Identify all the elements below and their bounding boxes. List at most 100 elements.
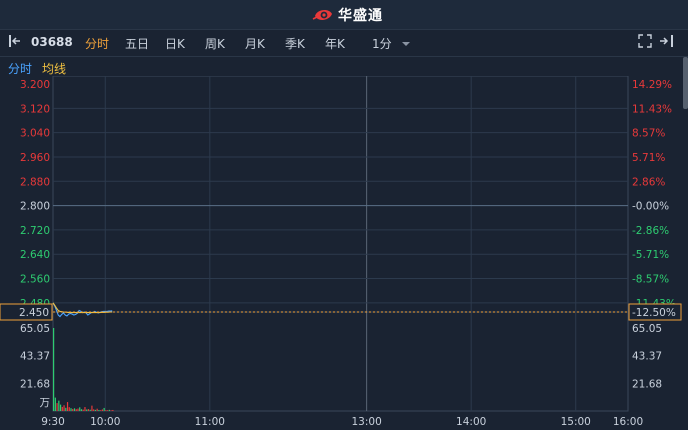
fullscreen-icon[interactable] (638, 34, 652, 51)
price-tick-label: 3.040 (20, 128, 50, 140)
volume-bar (96, 408, 98, 411)
volume-bars (53, 328, 114, 411)
volume-bar (68, 407, 70, 411)
time-tick-label: 15:00 (561, 416, 591, 428)
volume-bar (58, 400, 60, 411)
volume-tick-label-right: 21.68 (632, 378, 662, 390)
percent-tick-label: 5.71% (632, 152, 665, 164)
volume-tick-label: 43.37 (20, 351, 50, 363)
volume-tick-label-right: 43.37 (632, 351, 662, 363)
current-pct-label: -12.50% (632, 307, 676, 319)
percent-tick-label: 11.43% (632, 103, 672, 115)
volume-bar (79, 407, 81, 411)
volume-bar (93, 409, 95, 411)
percent-tick-label: -5.71% (632, 249, 669, 261)
price-axis-labels: 3.200 3.120 3.040 2.960 2.880 2.800 2.720 2.640… (20, 79, 50, 409)
brand-name: 华盛通 (338, 8, 383, 24)
tab-five-day[interactable]: 五日 (125, 35, 149, 52)
time-tick-label: 11:00 (195, 416, 225, 428)
volume-bar (82, 409, 84, 411)
legend-intraday[interactable]: 分时 (8, 60, 32, 77)
volume-bar (110, 410, 112, 411)
volume-bar (89, 409, 91, 411)
price-tick-label: 2.720 (20, 225, 50, 237)
volume-bar (66, 402, 69, 411)
percent-axis-labels: 14.29% 11.43% 8.57% 5.71% 2.86% -0.00% -2.86% -… (632, 79, 676, 390)
volume-bar (75, 409, 77, 411)
expand-right-icon[interactable] (659, 34, 675, 51)
price-lines (52, 302, 113, 318)
time-tick-label: 13:00 (352, 416, 382, 428)
price-tick-label: 3.200 (20, 79, 50, 91)
price-tick-label: 2.880 (20, 176, 50, 188)
volume-bar (63, 405, 65, 411)
volume-bar (59, 404, 62, 411)
percent-tick-label: -2.86% (632, 225, 669, 237)
volume-bar (80, 409, 83, 411)
price-tick-label: 2.960 (20, 152, 50, 164)
collapse-left-icon[interactable] (8, 34, 22, 51)
stock-code: 03688 (31, 35, 73, 49)
percent-tick-label: -0.00% (632, 201, 669, 213)
volume-bar (53, 328, 55, 411)
volume-bar (103, 407, 105, 411)
volume-bar (94, 409, 97, 411)
interval-select[interactable]: 1分 (372, 35, 411, 52)
volume-bar (86, 409, 88, 411)
volume-bar (84, 407, 86, 411)
volume-bar (73, 408, 76, 411)
tab-yearly-k[interactable]: 年K (325, 35, 345, 52)
volume-bar (105, 410, 107, 411)
volume-bar (112, 409, 114, 411)
volume-bar (87, 409, 90, 411)
time-tick-label: 14:00 (456, 416, 486, 428)
time-tick-label: 16:00 (613, 416, 643, 428)
volume-bar (101, 409, 103, 411)
percent-tick-label: 8.57% (632, 128, 665, 140)
current-price-label: 2.450 (19, 307, 49, 319)
interval-value: 1分 (372, 37, 392, 51)
time-axis-labels: 9:30 10:00 11:00 13:00 14:00 15:00 16:00 (41, 416, 643, 428)
volume-tick-label: 21.68 (20, 378, 50, 390)
chart-frame (52, 76, 629, 412)
price-series-line (52, 302, 113, 318)
volume-bar (65, 407, 67, 411)
time-tick-label: 9:30 (41, 416, 65, 428)
percent-tick-label: 14.29% (632, 79, 672, 91)
volume-bar (91, 405, 93, 411)
legend-average[interactable]: 均线 (42, 60, 66, 77)
volume-bar (61, 406, 63, 411)
volume-unit-label: 万 (40, 397, 51, 409)
price-tick-label: 2.560 (20, 274, 50, 286)
volume-tick-label: 65.05 (20, 323, 50, 335)
volume-bar (56, 403, 58, 411)
percent-tick-label: -8.57% (632, 274, 669, 286)
volume-tick-label-right: 65.05 (632, 323, 662, 335)
volume-bar (108, 409, 110, 411)
price-tick-label: 3.120 (20, 103, 50, 115)
time-tick-label: 10:00 (90, 416, 120, 428)
volume-bar (98, 409, 100, 411)
volume-bar (72, 408, 74, 411)
tab-intraday[interactable]: 分时 (85, 35, 109, 52)
tab-monthly-k[interactable]: 月K (245, 35, 265, 52)
tab-weekly-k[interactable]: 周K (205, 35, 225, 52)
brand-eye-icon (312, 10, 332, 20)
volume-bar (107, 410, 109, 411)
chart-toolbar: 03688 分时 五日 日K 周K 月K 季K 年K 1分 (0, 30, 688, 57)
volume-bar (54, 397, 56, 411)
brand-bar: 华盛通 (0, 0, 688, 30)
chart-grid (52, 76, 629, 412)
intraday-chart: 3.200 3.120 3.040 2.960 2.880 2.800 2.720 2.640… (0, 76, 682, 428)
chevron-down-icon (402, 42, 411, 46)
brand-logo: 华盛通 (312, 5, 383, 25)
volume-bar (70, 408, 72, 411)
volume-bar (77, 408, 79, 411)
percent-tick-label: 2.86% (632, 176, 665, 188)
tab-daily-k[interactable]: 日K (165, 35, 185, 52)
tab-quarterly-k[interactable]: 季K (285, 35, 305, 52)
price-tick-label: 2.800 (20, 201, 50, 213)
volume-bar (100, 410, 102, 411)
indicator-subbar: 分时 均线 (0, 57, 688, 76)
price-tick-label: 2.640 (20, 249, 50, 261)
